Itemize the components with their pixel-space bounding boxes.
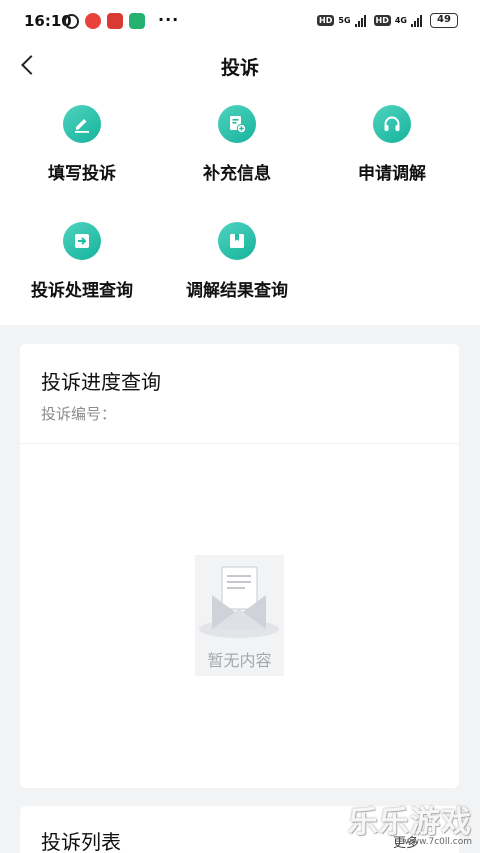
status-bar: 16:10 ··· HD 5G HD 4G 49 xyxy=(0,0,480,44)
battery-icon: 49 xyxy=(430,13,458,28)
nav-bar: 投诉 xyxy=(0,44,480,86)
progress-card: 投诉进度查询 投诉编号： 暂无内容 xyxy=(20,344,459,788)
menu-item-file-complaint[interactable]: 填写投诉 xyxy=(2,105,162,184)
hd-badge: HD xyxy=(373,15,391,26)
menu-item-add-info[interactable]: 补充信息 xyxy=(157,105,317,184)
book-icon xyxy=(218,222,256,260)
menu-label: 申请调解 xyxy=(358,164,426,184)
app-notification-icon xyxy=(107,13,123,29)
watermark: 乐乐游戏 www.7c0ll.com xyxy=(348,797,472,847)
add-document-icon xyxy=(218,105,256,143)
headset-icon xyxy=(373,105,411,143)
weibo-icon xyxy=(85,13,101,29)
menu-item-mediation-result[interactable]: 调解结果查询 xyxy=(157,222,317,301)
page-title: 投诉 xyxy=(220,57,259,79)
enter-icon xyxy=(63,222,101,260)
empty-envelope-icon xyxy=(199,566,279,638)
notification-icons xyxy=(64,13,145,29)
progress-title: 投诉进度查询 xyxy=(41,370,161,394)
watermark-logo: 乐乐游戏 xyxy=(348,805,472,840)
empty-text: 暂无内容 xyxy=(207,651,272,670)
alarm-icon xyxy=(64,13,79,29)
empty-state: 暂无内容 xyxy=(195,555,284,676)
home-app-icon xyxy=(129,13,145,29)
divider xyxy=(20,443,459,444)
network-type: 4G xyxy=(394,15,407,25)
menu-label: 调解结果查询 xyxy=(186,281,288,301)
hd-badge: HD xyxy=(317,15,335,26)
more-notifications-icon: ··· xyxy=(158,10,180,29)
menu-label: 补充信息 xyxy=(203,164,271,184)
menu-label: 填写投诉 xyxy=(48,164,116,184)
menu-item-complaint-status[interactable]: 投诉处理查询 xyxy=(2,222,162,301)
edit-icon xyxy=(63,105,101,143)
network-type: 5G xyxy=(338,15,351,25)
menu-item-request-mediation[interactable]: 申请调解 xyxy=(312,105,472,184)
menu-label: 投诉处理查询 xyxy=(31,281,133,301)
signal-icon xyxy=(354,14,366,27)
signal-icon xyxy=(411,14,422,27)
complaint-number-label: 投诉编号： xyxy=(41,405,117,423)
status-right: HD 5G HD 4G 49 xyxy=(317,13,458,28)
complaint-list-title: 投诉列表 xyxy=(41,830,121,853)
